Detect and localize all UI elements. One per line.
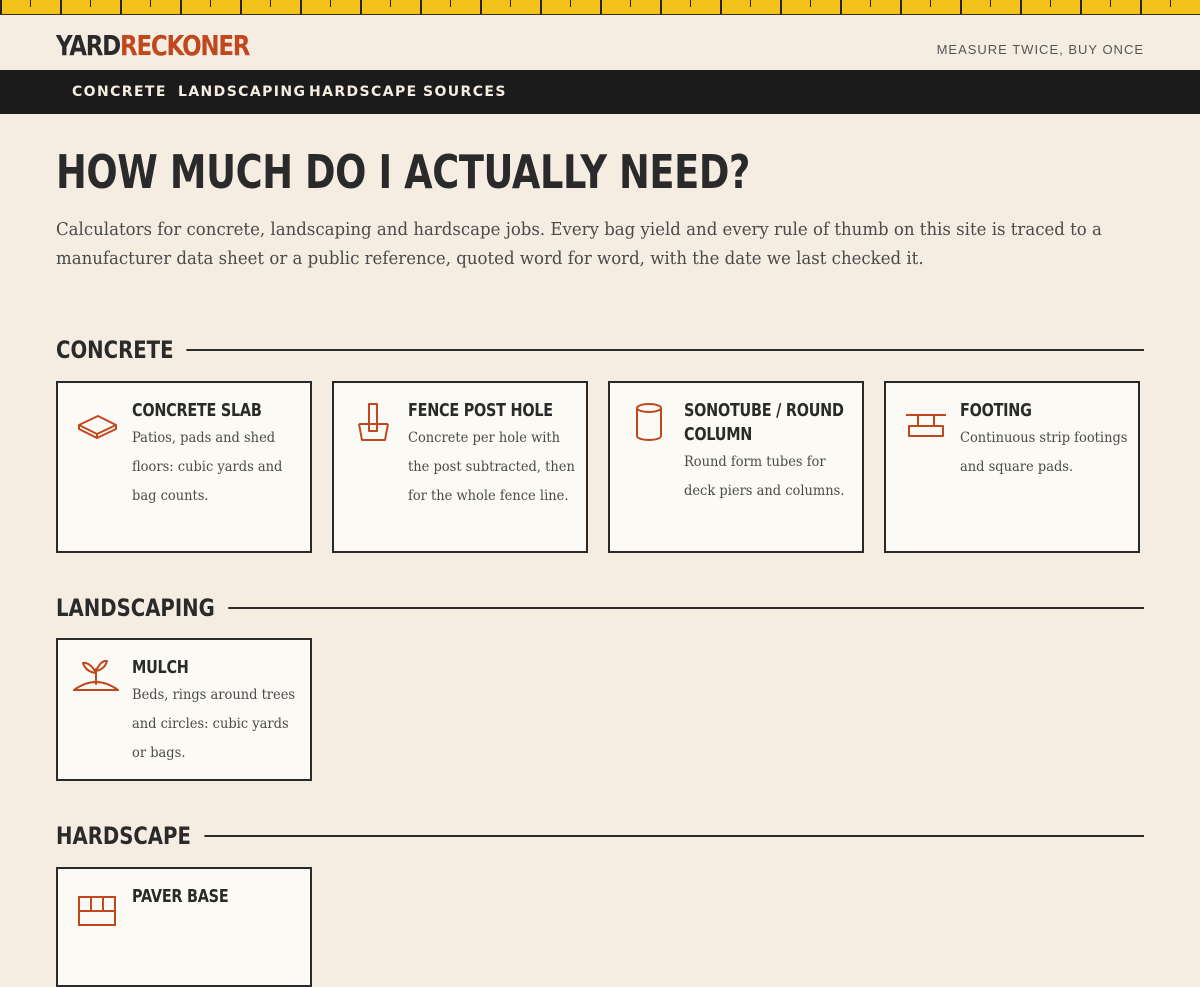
nav-item-concrete[interactable]: CONCRETE [72, 70, 167, 114]
page-title: HOW MUCH DO I ACTUALLY NEED? [56, 145, 750, 199]
section-divider [207, 607, 1144, 609]
sprout-icon [72, 658, 119, 702]
nav-item-sources[interactable]: SOURCES [423, 70, 507, 114]
slab-icon [76, 401, 120, 445]
card-description: Patios, pads and shed floors: cubic yard… [132, 430, 283, 504]
site-header: YARDRECKONER MEASURE TWICE, BUY ONCE [56, 14, 1144, 70]
section-header-hardscape: HARDSCAPE [56, 821, 1144, 851]
card-title: FOOTING [960, 400, 1032, 421]
card-concrete-slab[interactable]: CONCRETE SLAB Patios, pads and shed floo… [56, 381, 312, 553]
section-header-landscaping: LANDSCAPING [56, 593, 1144, 623]
card-description: Continuous strip footings and square pad… [960, 430, 1128, 475]
nav-item-landscaping[interactable]: LANDSCAPING [178, 70, 306, 114]
card-title: SONOTUBE / ROUND COLUMN [684, 400, 844, 445]
card-title: MULCH [132, 657, 189, 678]
nav-item-hardscape[interactable]: HARDSCAPE [309, 70, 418, 114]
section-header-concrete: CONCRETE [56, 335, 1144, 365]
card-sonotube[interactable]: SONOTUBE / ROUND COLUMN Round form tubes… [608, 381, 864, 553]
post-hole-icon [352, 401, 396, 445]
section-divider [186, 835, 1144, 837]
measuring-tape-strip [0, 0, 1200, 15]
card-description: Beds, rings around trees and circles: cu… [132, 687, 296, 761]
card-title: PAVER BASE [132, 886, 229, 907]
section-title-hardscape: HARDSCAPE [56, 821, 205, 851]
card-footing[interactable]: FOOTING Continuous strip footings and sq… [884, 381, 1140, 553]
paver-icon [76, 887, 120, 931]
cylinder-icon [628, 401, 672, 445]
card-paver-base[interactable]: PAVER BASE [56, 867, 312, 987]
card-title: FENCE POST HOLE [408, 400, 553, 421]
section-title-concrete: CONCRETE [56, 335, 187, 365]
site-logo[interactable]: YARDRECKONER [56, 29, 250, 62]
main-nav: CONCRETE LANDSCAPING HARDSCAPE SOURCES [0, 70, 1200, 114]
card-fence-post-hole[interactable]: FENCE POST HOLE Concrete per hole with t… [332, 381, 588, 553]
page-intro: Calculators for concrete, landscaping an… [56, 219, 1102, 269]
section-divider [173, 349, 1144, 351]
card-description: Round form tubes for deck piers and colu… [684, 454, 845, 499]
site-tagline: MEASURE TWICE, BUY ONCE [936, 42, 1144, 57]
card-description: Concrete per hole with the post subtract… [408, 430, 575, 504]
section-title-landscaping: LANDSCAPING [56, 593, 228, 623]
card-mulch[interactable]: MULCH Beds, rings around trees and circl… [56, 638, 312, 781]
logo-part-yard: YARD [56, 29, 121, 62]
card-title: CONCRETE SLAB [132, 400, 262, 421]
footing-icon [904, 401, 948, 445]
logo-part-reckoner: RECKONER [120, 29, 250, 62]
